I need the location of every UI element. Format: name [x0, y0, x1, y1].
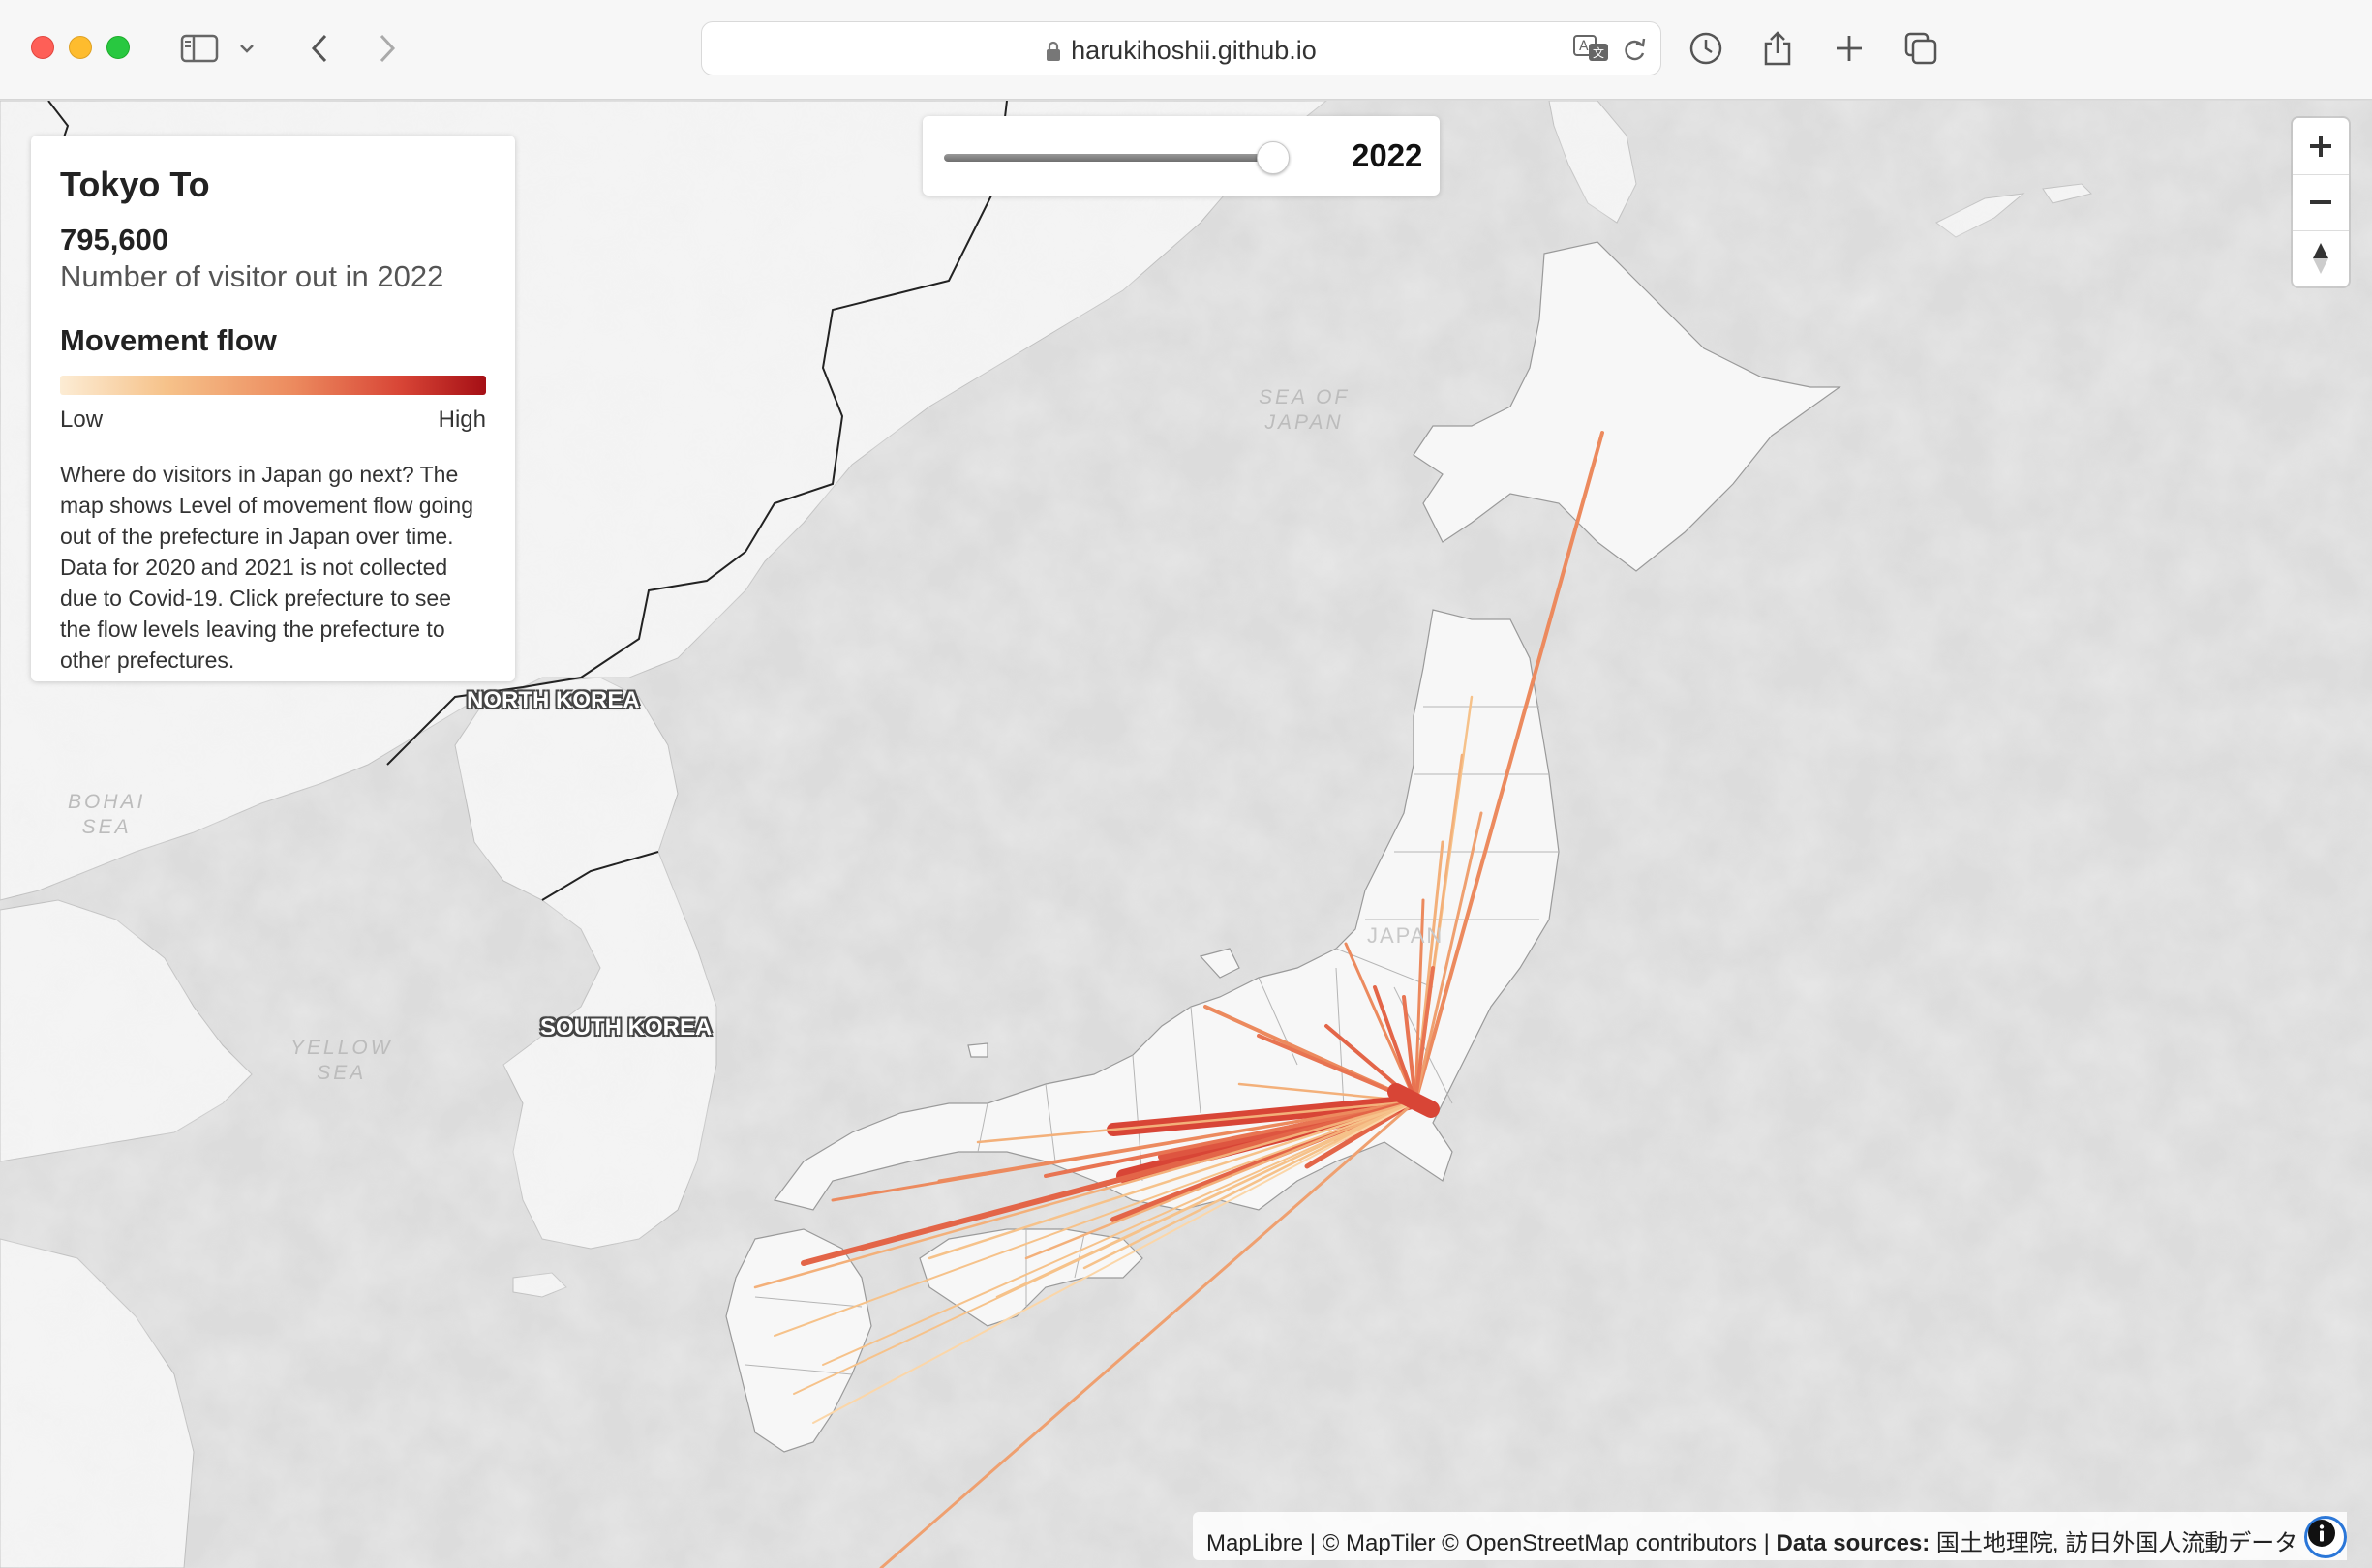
- chevron-down-icon[interactable]: [232, 27, 261, 70]
- south-korea-label: SOUTH KOREA: [540, 1014, 713, 1040]
- year-label: 2022: [1352, 137, 1423, 173]
- legend-high-label: High: [438, 407, 486, 433]
- reload-icon[interactable]: [1622, 36, 1647, 68]
- url-text: harukihoshii.github.io: [1071, 36, 1317, 65]
- year-slider-track[interactable]: [944, 154, 1273, 162]
- tabs-overview-icon[interactable]: [1900, 27, 1942, 70]
- visitor-count: 795,600: [60, 223, 169, 256]
- sea-of-japan-label-line1: SEA OF: [1259, 386, 1351, 408]
- share-icon[interactable]: [1756, 27, 1799, 70]
- lock-icon: [1046, 39, 1061, 69]
- prefecture-title: Tokyo To: [60, 165, 210, 204]
- minimize-window-button[interactable]: [69, 36, 92, 59]
- bohai-sea-label: BOHAI SEA: [68, 790, 145, 840]
- close-window-button[interactable]: [31, 36, 54, 59]
- yellow-sea-label-line2: SEA: [317, 1062, 367, 1084]
- compass-button[interactable]: [2293, 230, 2349, 286]
- bohai-sea-label-line2: SEA: [81, 816, 132, 838]
- panel-description: Where do visitors in Japan go next? The …: [60, 462, 473, 673]
- plus-icon: [2310, 136, 2331, 157]
- data-sources: 国土地理院, 訪日外国人流動データ: [1930, 1530, 2298, 1556]
- maplibre-link[interactable]: MapLibre: [1206, 1530, 1303, 1556]
- zoom-in-button[interactable]: [2293, 118, 2349, 174]
- map-attribution: MapLibre | © MapTiler © OpenStreetMap co…: [1193, 1512, 2347, 1560]
- address-bar[interactable]: harukihoshii.github.io A文: [701, 21, 1661, 75]
- minus-icon: [2310, 200, 2331, 204]
- legend-low-label: Low: [60, 407, 104, 433]
- compass-icon: [2313, 243, 2328, 274]
- legend-gradient-bar: [60, 376, 486, 395]
- translate-icon[interactable]: A文: [1573, 34, 1610, 68]
- yellow-sea-label: YELLOW SEA: [290, 1036, 393, 1086]
- north-korea-label: NORTH KOREA: [467, 687, 640, 713]
- legend-title: Movement flow: [60, 323, 277, 357]
- svg-text:文: 文: [1593, 45, 1604, 60]
- sea-of-japan-label: SEA OF JAPAN: [1259, 385, 1350, 436]
- navigation-control: [2293, 118, 2349, 286]
- attribution-info-icon[interactable]: [2304, 1516, 2347, 1558]
- sidebar-icon[interactable]: [178, 27, 221, 70]
- yellow-sea-label-line1: YELLOW: [290, 1037, 393, 1059]
- year-slider-box: 2022: [923, 116, 1440, 196]
- zoom-window-button[interactable]: [106, 36, 130, 59]
- japan-label: JAPAN: [1367, 923, 1444, 948]
- new-tab-icon[interactable]: [1828, 27, 1870, 70]
- legend-labels: Low High: [60, 407, 486, 434]
- visitor-count-caption: Number of visitor out in 2022: [60, 259, 444, 293]
- attribution-copyright: | © MapTiler © OpenStreetMap contributor…: [1303, 1530, 1777, 1556]
- sea-of-japan-label-line2: JAPAN: [1264, 411, 1344, 434]
- year-slider-thumb[interactable]: [1257, 141, 1290, 174]
- svg-text:A: A: [1579, 39, 1589, 54]
- forward-icon[interactable]: [366, 27, 409, 70]
- data-sources-label: Data sources:: [1776, 1530, 1931, 1556]
- browser-toolbar: harukihoshii.github.io A文: [0, 0, 2372, 100]
- back-icon[interactable]: [298, 27, 341, 70]
- bohai-sea-label-line1: BOHAI: [68, 791, 146, 813]
- history-icon[interactable]: [1685, 27, 1727, 70]
- zoom-out-button[interactable]: [2293, 174, 2349, 230]
- info-panel: Tokyo To 795,600 Number of visitor out i…: [31, 136, 515, 681]
